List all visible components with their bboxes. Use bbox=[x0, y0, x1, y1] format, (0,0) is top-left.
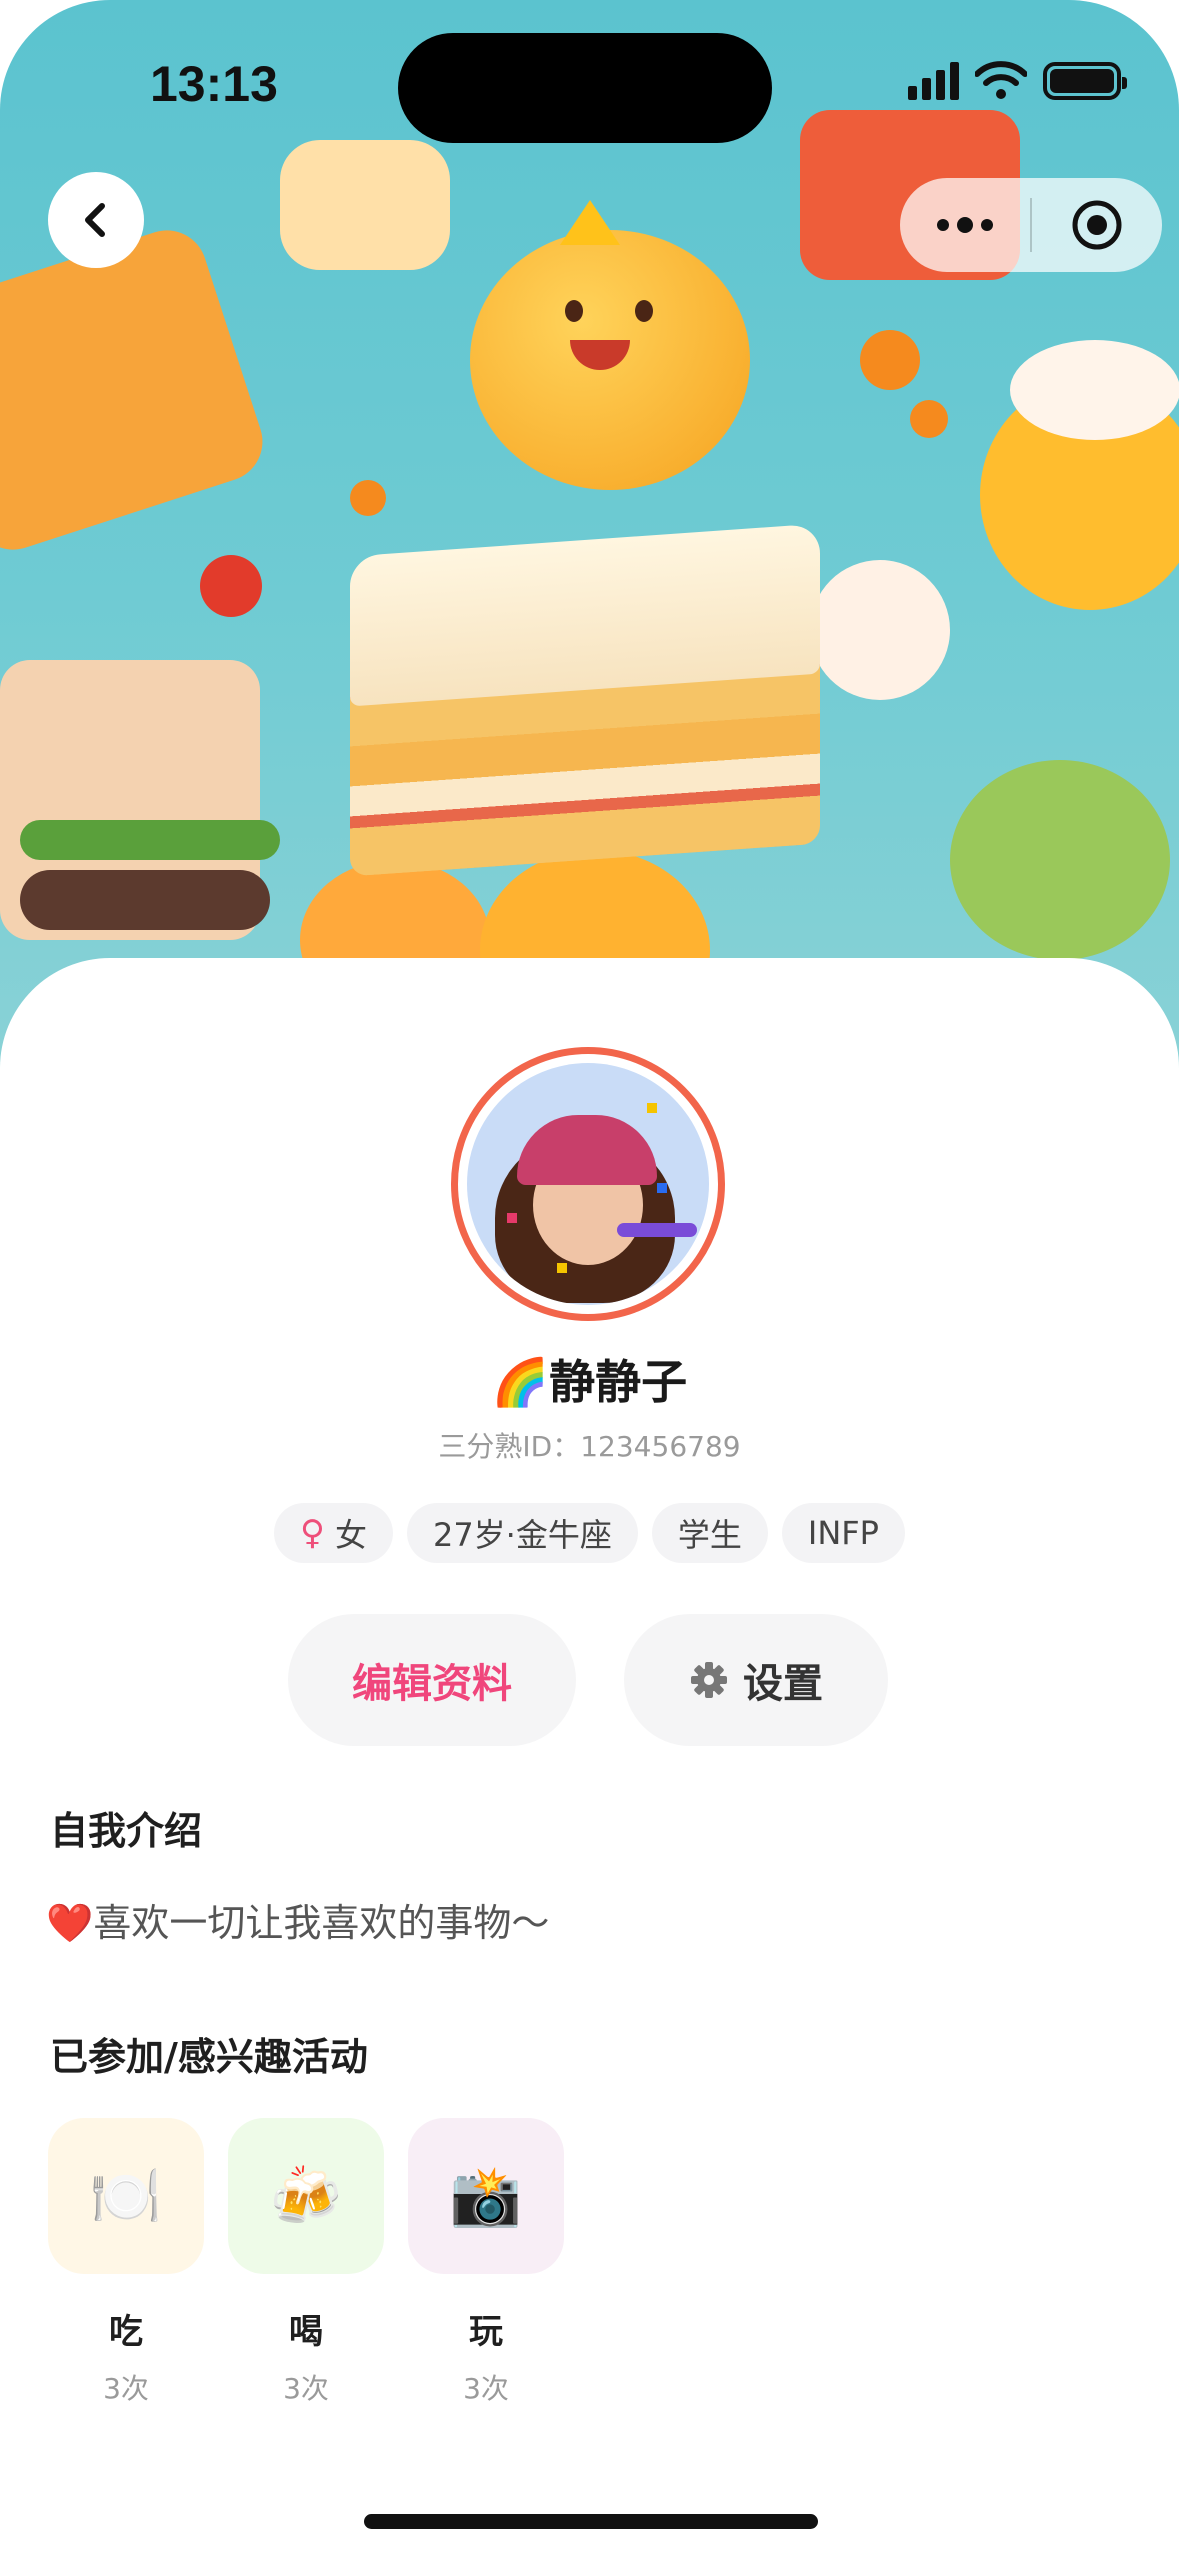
user-id: 三分熟ID：123456789 bbox=[438, 1430, 741, 1463]
back-button[interactable] bbox=[48, 172, 144, 268]
intro-title: 自我介绍 bbox=[50, 1809, 203, 1853]
tag-occupation: 学生 bbox=[651, 1503, 768, 1563]
activity-name: 吃 bbox=[109, 2312, 143, 2352]
more-dot bbox=[937, 219, 949, 231]
tag-label: 27岁·金牛座 bbox=[432, 1516, 612, 1554]
miniprogram-capsule bbox=[900, 178, 1162, 272]
activity-name: 玩 bbox=[469, 2312, 503, 2352]
beer-icon: 🍻 bbox=[228, 2118, 384, 2274]
avatar-image bbox=[467, 1063, 709, 1305]
settings-button[interactable]: 设置 bbox=[624, 1614, 888, 1746]
activity-play[interactable]: 📸 玩 3次 bbox=[408, 2118, 564, 2407]
status-time: 13:13 bbox=[150, 56, 278, 112]
activity-list: 🍽️ 吃 3次 🍻 喝 3次 📸 玩 3次 bbox=[48, 2118, 564, 2407]
activity-count: 3次 bbox=[463, 2372, 509, 2405]
target-icon bbox=[1072, 200, 1122, 250]
activity-name: 喝 bbox=[289, 2312, 323, 2352]
female-icon: ♀ bbox=[300, 1513, 325, 1553]
activity-drink[interactable]: 🍻 喝 3次 bbox=[228, 2118, 384, 2407]
more-dot bbox=[957, 217, 973, 233]
activity-count: 3次 bbox=[283, 2372, 329, 2405]
wifi-icon bbox=[975, 61, 1027, 99]
edit-profile-button[interactable]: 编辑资料 bbox=[288, 1614, 576, 1746]
more-button[interactable] bbox=[900, 178, 1030, 272]
activity-eat[interactable]: 🍽️ 吃 3次 bbox=[48, 2118, 204, 2407]
settings-label: 设置 bbox=[743, 1661, 823, 1707]
close-miniprogram-button[interactable] bbox=[1032, 178, 1162, 272]
status-icons bbox=[908, 60, 1127, 100]
activities-title: 已参加/感兴趣活动 bbox=[50, 2035, 368, 2079]
cellular-signal-icon bbox=[908, 60, 959, 100]
tag-mbti: INFP bbox=[781, 1503, 905, 1563]
avatar[interactable] bbox=[451, 1047, 725, 1321]
tag-label: 女 bbox=[334, 1516, 367, 1554]
tag-gender: ♀ 女 bbox=[274, 1503, 393, 1563]
tag-age-zodiac: 27岁·金牛座 bbox=[406, 1503, 638, 1563]
camera-icon: 📸 bbox=[408, 2118, 564, 2274]
activity-count: 3次 bbox=[103, 2372, 149, 2405]
more-dot bbox=[981, 219, 993, 231]
plate-icon: 🍽️ bbox=[48, 2118, 204, 2274]
gear-icon bbox=[691, 1662, 727, 1698]
tag-label: INFP bbox=[807, 1514, 879, 1552]
dynamic-island bbox=[398, 33, 772, 143]
profile-tags: ♀ 女 27岁·金牛座 学生 INFP bbox=[0, 1503, 1179, 1563]
nickname: 🌈静静子 bbox=[491, 1355, 688, 1409]
intro-text: ❤️喜欢一切让我喜欢的事物～ bbox=[46, 1901, 550, 1945]
tag-label: 学生 bbox=[677, 1516, 742, 1554]
cover-banner bbox=[0, 0, 1179, 1080]
battery-icon bbox=[1043, 62, 1127, 100]
chevron-left-icon bbox=[85, 203, 105, 237]
home-indicator[interactable] bbox=[364, 2514, 818, 2529]
